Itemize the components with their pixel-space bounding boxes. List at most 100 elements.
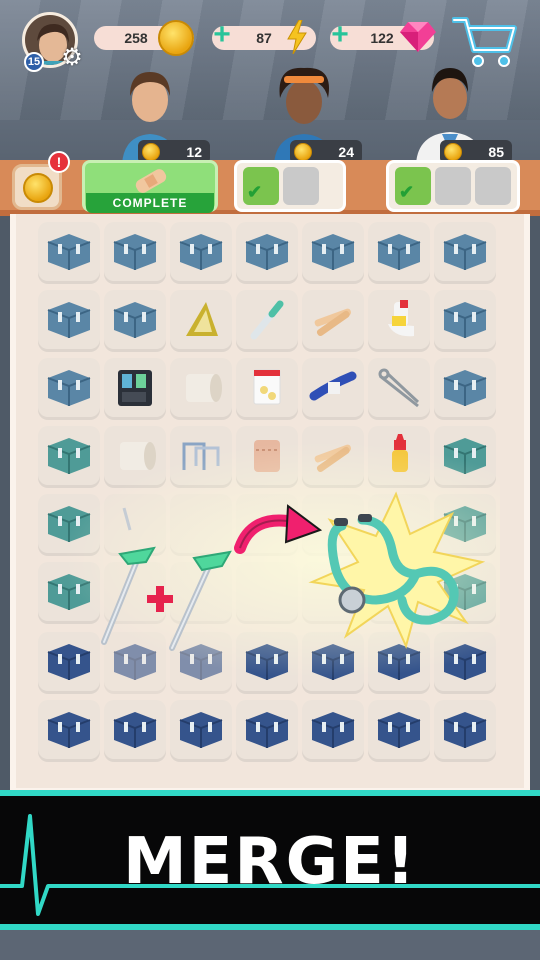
player-level-badge: 15 — [24, 52, 44, 72]
medical-box-icon — [110, 230, 160, 277]
board-cell[interactable] — [368, 290, 430, 352]
medical-box-icon — [308, 230, 358, 277]
bottom-bar — [0, 930, 540, 960]
board-cell[interactable] — [38, 358, 100, 420]
order-3-slot-2 — [435, 167, 471, 205]
board-cell[interactable] — [104, 426, 166, 488]
board-cell[interactable] — [434, 290, 496, 352]
navy-box-icon — [176, 708, 226, 755]
medical-box-icon — [374, 230, 424, 277]
order-3-slot-1: ✔ — [395, 167, 431, 205]
board-cell[interactable] — [434, 358, 496, 420]
navy-box-icon — [44, 640, 94, 687]
board-cell[interactable] — [368, 700, 430, 762]
navy-box-icon — [44, 708, 94, 755]
board-cell[interactable] — [236, 700, 298, 762]
board-cell[interactable] — [302, 358, 364, 420]
board-cell[interactable] — [104, 358, 166, 420]
medical-box-icon — [242, 230, 292, 277]
navy-box-icon — [374, 708, 424, 755]
sandwich-icon — [176, 298, 226, 345]
bandage-icon — [131, 166, 171, 196]
medical-box-icon — [440, 298, 490, 345]
navy-box-icon — [308, 708, 358, 755]
coin-icon — [158, 20, 194, 56]
navy-box-icon — [110, 708, 160, 755]
coin-icon — [142, 143, 160, 161]
board-cell[interactable] — [434, 700, 496, 762]
board-cell[interactable] — [170, 290, 232, 352]
board-cell[interactable] — [170, 358, 232, 420]
teal-box-icon — [44, 502, 94, 549]
order-2-slot-2 — [283, 167, 319, 205]
order-card-3[interactable]: ✔ — [386, 160, 520, 212]
board-cell[interactable] — [38, 426, 100, 488]
coin-icon — [294, 143, 312, 161]
board-cell[interactable] — [302, 700, 364, 762]
pill-pack-icon — [242, 366, 292, 413]
board-cell[interactable] — [236, 632, 298, 694]
order-2-slot-1: ✔ — [243, 167, 279, 205]
medical-box-icon — [110, 298, 160, 345]
board-cell[interactable] — [104, 222, 166, 284]
board-cell[interactable] — [104, 290, 166, 352]
gear-icon[interactable]: ⚙ — [60, 46, 84, 70]
board-cell[interactable] — [236, 222, 298, 284]
alert-badge: ! — [48, 151, 70, 173]
reflex-hammer-icon — [169, 550, 232, 651]
add-energy-plus-icon[interactable]: + — [210, 20, 234, 50]
board-cell[interactable] — [236, 358, 298, 420]
checkmark-icon: ✔ — [247, 182, 263, 202]
board-cell[interactable] — [302, 222, 364, 284]
medical-box-icon — [440, 230, 490, 277]
organizer-bag-icon — [110, 366, 160, 413]
coin-icon — [444, 143, 462, 161]
board-cell[interactable] — [434, 222, 496, 284]
board-cell[interactable] — [38, 700, 100, 762]
board-cell[interactable] — [368, 426, 430, 488]
navy-box-icon — [242, 640, 292, 687]
coin-icon — [23, 173, 53, 203]
board-cell[interactable] — [104, 700, 166, 762]
board-cell[interactable] — [368, 222, 430, 284]
eye-drops-icon — [374, 433, 424, 481]
merge-banner-text: MERGE! — [122, 825, 418, 899]
thermometer-icon — [242, 298, 292, 345]
navy-box-icon — [242, 708, 292, 755]
order-card-2[interactable]: ✔ — [234, 160, 346, 212]
board-cell[interactable] — [170, 426, 232, 488]
order-3-slot-3 — [475, 167, 511, 205]
add-gems-plus-icon[interactable]: + — [328, 20, 352, 50]
medical-box-icon — [176, 230, 226, 277]
teal-box-icon — [44, 434, 94, 481]
elastic-wrap-icon — [242, 434, 292, 481]
gem-icon — [400, 22, 436, 52]
tongue-depressor-icon — [308, 298, 358, 345]
board-cell[interactable] — [302, 290, 364, 352]
board-cell[interactable] — [170, 222, 232, 284]
order-complete-label: COMPLETE — [86, 193, 214, 213]
board-cell[interactable] — [236, 290, 298, 352]
staple-icon — [176, 434, 226, 481]
lightning-icon — [287, 20, 307, 54]
board-cell[interactable] — [236, 426, 298, 488]
stethoscope-icon — [308, 491, 486, 649]
board-cell[interactable] — [434, 426, 496, 488]
medical-box-icon — [44, 230, 94, 277]
medical-box-icon — [440, 366, 490, 413]
board-cell[interactable] — [368, 358, 430, 420]
tongue-depressor-icon — [308, 434, 358, 481]
medical-box-icon — [44, 366, 94, 413]
board-cell[interactable] — [302, 426, 364, 488]
bandage-roll-icon — [110, 434, 160, 481]
forceps-icon — [374, 366, 424, 413]
teal-box-icon — [44, 570, 94, 617]
foot-cast-icon — [374, 298, 424, 345]
teal-box-icon — [440, 434, 490, 481]
board-cell[interactable] — [38, 290, 100, 352]
checkmark-icon: ✔ — [399, 182, 415, 202]
board-cell[interactable] — [38, 222, 100, 284]
board-cell[interactable] — [236, 562, 298, 624]
board-cell[interactable] — [170, 700, 232, 762]
bandage-roll-icon — [176, 366, 226, 413]
